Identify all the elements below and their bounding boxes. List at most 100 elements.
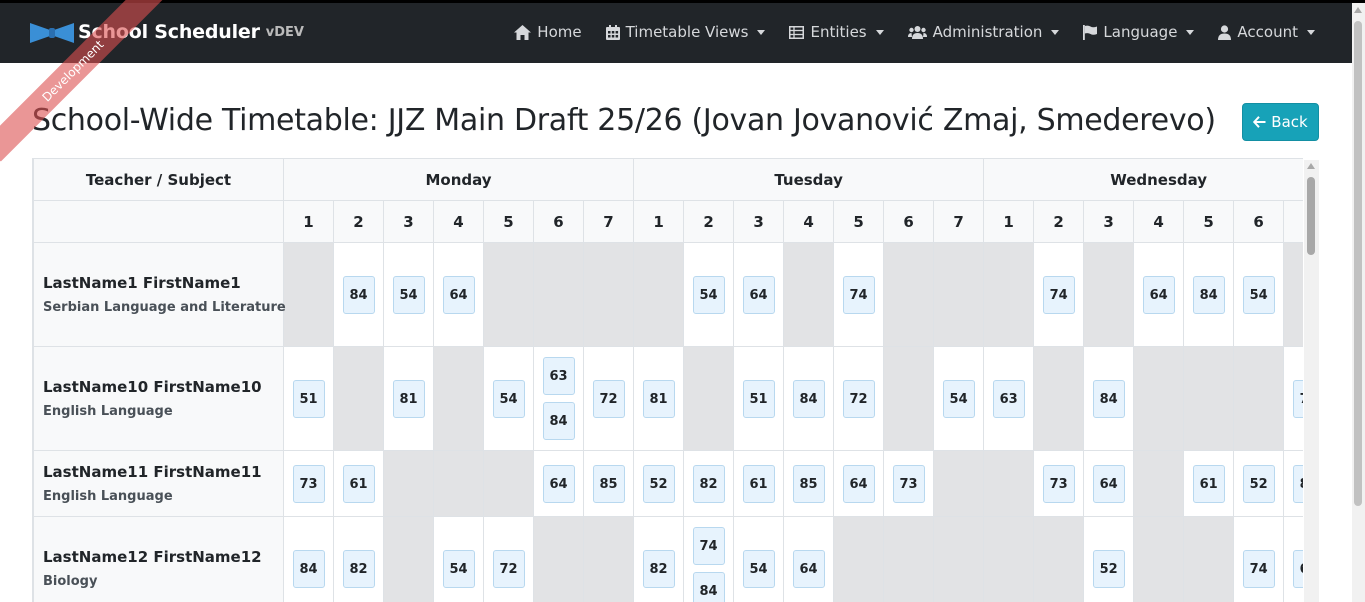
lesson-slot[interactable]: 82 [633,516,685,602]
nav-home[interactable]: Home [514,23,582,41]
class-badge[interactable]: 72 [492,549,525,588]
class-badge[interactable]: 81 [392,379,425,418]
lesson-slot[interactable]: 51 [733,346,785,451]
lesson-slot[interactable]: 54 [1233,242,1285,347]
nav-administration[interactable]: Administration [907,23,1060,41]
class-badge[interactable]: 73 [892,464,925,503]
lesson-slot[interactable]: 85 [1283,450,1303,517]
lesson-slot[interactable]: 64 [833,450,885,517]
lesson-slot[interactable]: 72 [1283,346,1303,451]
class-badge[interactable]: 74 [692,527,725,565]
lesson-slot[interactable]: 74 84 [683,516,735,602]
class-badge[interactable]: 74 [1242,549,1275,588]
lesson-slot[interactable]: 72 [833,346,885,451]
lesson-slot[interactable]: 51 [283,346,334,451]
lesson-slot[interactable]: 52 [1233,450,1285,517]
class-badge[interactable]: 64 [1292,549,1303,588]
lesson-slot[interactable]: 64 [733,242,785,347]
lesson-slot[interactable]: 82 [333,516,384,602]
class-badge[interactable]: 61 [342,464,375,503]
table-scrollbar[interactable] [1304,160,1319,602]
class-badge[interactable]: 52 [1092,549,1125,588]
nav-account[interactable]: Account [1218,23,1315,41]
lesson-slot[interactable]: 72 [582,346,635,451]
lesson-slot[interactable]: 64 [783,516,835,602]
class-badge[interactable]: 61 [742,464,775,503]
class-badge[interactable]: 85 [1292,464,1303,503]
lesson-slot[interactable]: 54 [933,346,985,451]
class-badge[interactable]: 74 [1042,275,1075,314]
lesson-slot[interactable]: 84 [1183,242,1235,347]
lesson-slot[interactable]: 74 [833,242,885,347]
lesson-slot[interactable]: 64 [533,450,584,517]
class-badge[interactable]: 64 [442,275,475,314]
lesson-slot[interactable]: 85 [582,450,635,517]
lesson-slot[interactable]: 73 [883,450,935,517]
class-badge[interactable]: 84 [342,275,375,314]
class-badge[interactable]: 61 [1192,464,1225,503]
class-badge[interactable]: 84 [792,379,825,418]
lesson-slot[interactable]: 84 [333,242,384,347]
class-badge[interactable]: 82 [692,464,725,503]
lesson-slot[interactable]: 63 84 [533,346,584,451]
class-badge[interactable]: 73 [1042,464,1075,503]
brand[interactable]: School Scheduler vDEV [28,17,304,47]
class-badge[interactable]: 82 [642,549,675,588]
class-badge[interactable]: 51 [292,379,325,418]
lesson-slot[interactable]: 54 [733,516,785,602]
lesson-slot[interactable]: 61 [333,450,384,517]
lesson-slot[interactable]: 54 [383,242,434,347]
lesson-slot[interactable]: 81 [383,346,434,451]
lesson-slot[interactable]: 84 [283,516,334,602]
class-badge[interactable]: 73 [292,464,325,503]
scroll-thumb[interactable] [1307,177,1315,255]
class-badge[interactable]: 54 [442,549,475,588]
lesson-slot[interactable]: 74 [1233,516,1285,602]
back-button[interactable]: Back [1242,103,1319,141]
lesson-slot[interactable]: 61 [733,450,785,517]
class-badge[interactable]: 84 [1192,275,1225,314]
class-badge[interactable]: 51 [742,379,775,418]
lesson-slot[interactable]: 54 [683,242,735,347]
class-badge[interactable]: 82 [342,549,375,588]
lesson-slot[interactable]: 82 [683,450,735,517]
class-badge[interactable]: 54 [392,275,425,314]
lesson-slot[interactable]: 61 [1183,450,1235,517]
class-badge[interactable]: 81 [642,379,675,418]
class-badge[interactable]: 52 [642,464,675,503]
class-badge[interactable]: 85 [592,464,625,503]
class-badge[interactable]: 64 [842,464,875,503]
class-badge[interactable]: 64 [542,464,575,503]
class-badge[interactable]: 63 [542,357,575,395]
class-badge[interactable]: 64 [742,275,775,314]
class-badge[interactable]: 84 [292,549,325,588]
lesson-slot[interactable]: 84 [1083,346,1135,451]
class-badge[interactable]: 72 [1292,379,1303,418]
class-badge[interactable]: 84 [542,402,575,440]
lesson-slot[interactable]: 64 [1283,516,1303,602]
class-badge[interactable]: 64 [792,549,825,588]
page-scrollbar[interactable] [1352,3,1365,602]
scroll-thumb[interactable] [1354,21,1362,506]
class-badge[interactable]: 64 [1092,464,1125,503]
class-badge[interactable]: 63 [992,379,1025,418]
class-badge[interactable]: 64 [1142,275,1175,314]
class-badge[interactable]: 54 [742,549,775,588]
nav-entities[interactable]: Entities [789,23,884,41]
class-badge[interactable]: 74 [842,275,875,314]
lesson-slot[interactable]: 64 [433,242,484,347]
class-badge[interactable]: 72 [842,379,875,418]
lesson-slot[interactable]: 54 [483,346,534,451]
lesson-slot[interactable]: 85 [783,450,835,517]
lesson-slot[interactable]: 52 [633,450,685,517]
class-badge[interactable]: 54 [492,379,525,418]
scroll-up-arrow-icon[interactable] [1354,7,1362,13]
lesson-slot[interactable]: 74 [1033,242,1085,347]
lesson-slot[interactable]: 81 [633,346,685,451]
lesson-slot[interactable]: 73 [283,450,334,517]
lesson-slot[interactable]: 64 [1133,242,1185,347]
lesson-slot[interactable]: 84 [783,346,835,451]
nav-timetable-views[interactable]: Timetable Views [605,23,766,41]
lesson-slot[interactable]: 73 [1033,450,1085,517]
class-badge[interactable]: 84 [1092,379,1125,418]
